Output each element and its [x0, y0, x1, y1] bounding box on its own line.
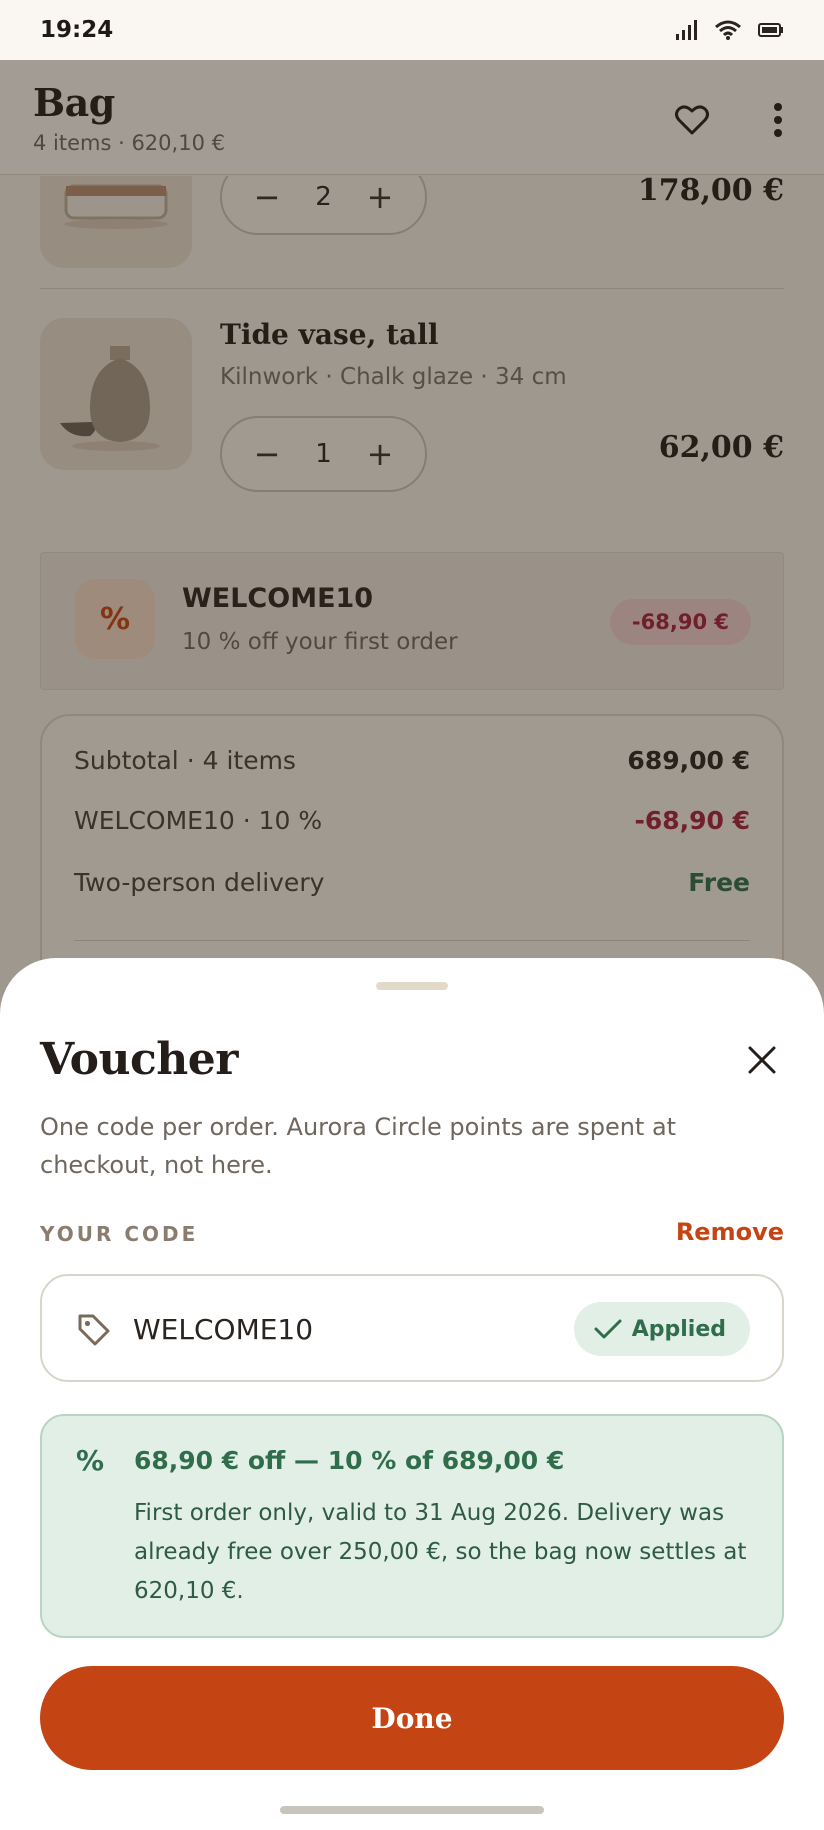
- sheet-title: Voucher: [40, 1034, 238, 1085]
- wifi-icon: [715, 20, 741, 40]
- percent-icon: %: [76, 1444, 105, 1477]
- info-title: 68,90 € off — 10 % of 689,00 €: [134, 1446, 565, 1475]
- applied-label: Applied: [631, 1316, 726, 1342]
- sheet-description: One code per order. Aurora Circle points…: [40, 1113, 677, 1179]
- signal-icon: [676, 20, 697, 40]
- status-time: 19:24: [40, 17, 114, 43]
- status-bar: 19:24: [0, 0, 824, 60]
- status-icons: [674, 19, 784, 41]
- voucher-code-input[interactable]: [133, 1306, 513, 1352]
- voucher-code-field[interactable]: Applied: [40, 1274, 784, 1382]
- sheet-drag-handle[interactable]: [376, 982, 448, 990]
- voucher-sheet: Voucher One code per order. Aurora Circl…: [0, 958, 824, 1830]
- close-button[interactable]: [740, 1038, 784, 1082]
- code-field-label: YOUR CODE: [40, 1222, 199, 1246]
- close-icon: [748, 1046, 776, 1074]
- done-button[interactable]: Done: [40, 1666, 784, 1770]
- battery-icon: [758, 23, 783, 37]
- voucher-info-box: % 68,90 € off — 10 % of 689,00 € First o…: [40, 1414, 784, 1638]
- applied-status-badge: Applied: [573, 1302, 750, 1356]
- remove-voucher-button[interactable]: Remove: [676, 1218, 784, 1246]
- info-body: First order only, valid to 31 Aug 2026. …: [134, 1500, 747, 1604]
- home-indicator[interactable]: [280, 1806, 544, 1814]
- check-icon: [594, 1319, 622, 1339]
- tag-icon: [78, 1314, 110, 1346]
